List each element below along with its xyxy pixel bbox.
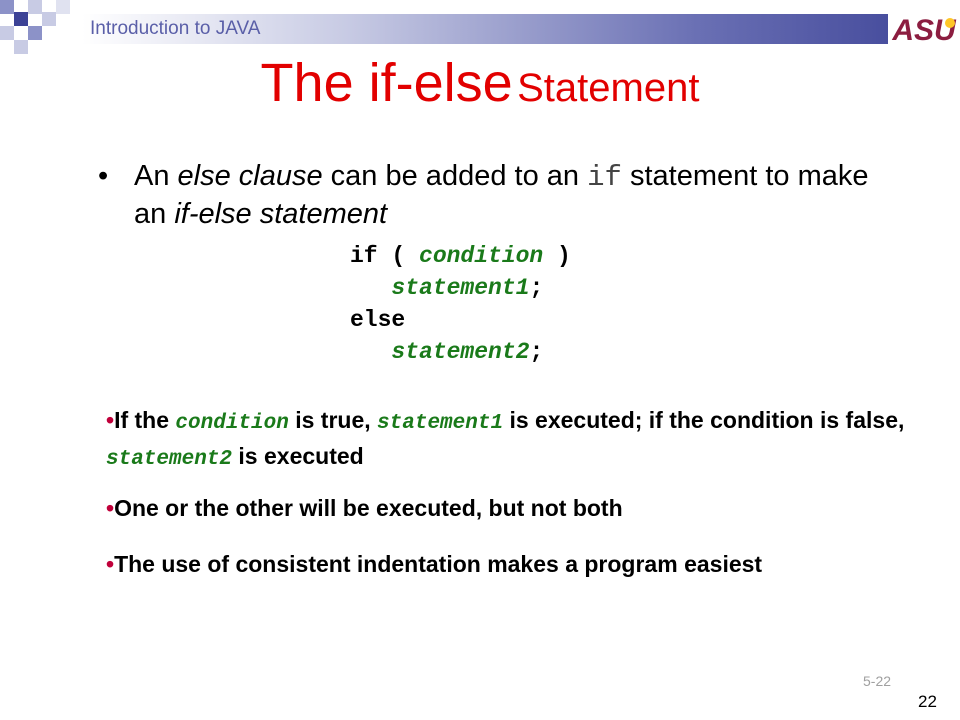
- decor-square: [0, 26, 14, 40]
- header-title: Introduction to JAVA: [90, 18, 261, 39]
- sub-bullet-indentation: •The use of consistent indentation makes…: [106, 551, 763, 577]
- decor-square: [56, 0, 70, 14]
- page-number: 22: [918, 692, 937, 711]
- title-main: The if-else: [260, 53, 513, 113]
- svg-text:ASU: ASU: [891, 14, 957, 45]
- main-bullet: • An else clause can be added to an if s…: [98, 158, 878, 233]
- sub-bullet-either: •One or the other will be executed, but …: [106, 495, 623, 521]
- decor-square: [0, 0, 14, 14]
- asu-logo-icon: ASU: [888, 13, 960, 45]
- decor-square: [42, 12, 56, 26]
- slide-title: The if-else Statement: [0, 52, 960, 114]
- bullet-text: An else clause can be added to an if sta…: [134, 160, 869, 230]
- slide-reference: 5-22: [863, 673, 892, 689]
- bullet-marker: •: [98, 160, 109, 192]
- sub-bullet-condition: •If the condition is true, statement1 is…: [106, 407, 905, 471]
- code-block: if ( condition ) statement1; else statem…: [350, 243, 571, 365]
- title-rest: Statement: [517, 66, 700, 110]
- decor-square: [28, 26, 42, 40]
- decor-square: [28, 0, 42, 14]
- decor-square: [14, 12, 28, 26]
